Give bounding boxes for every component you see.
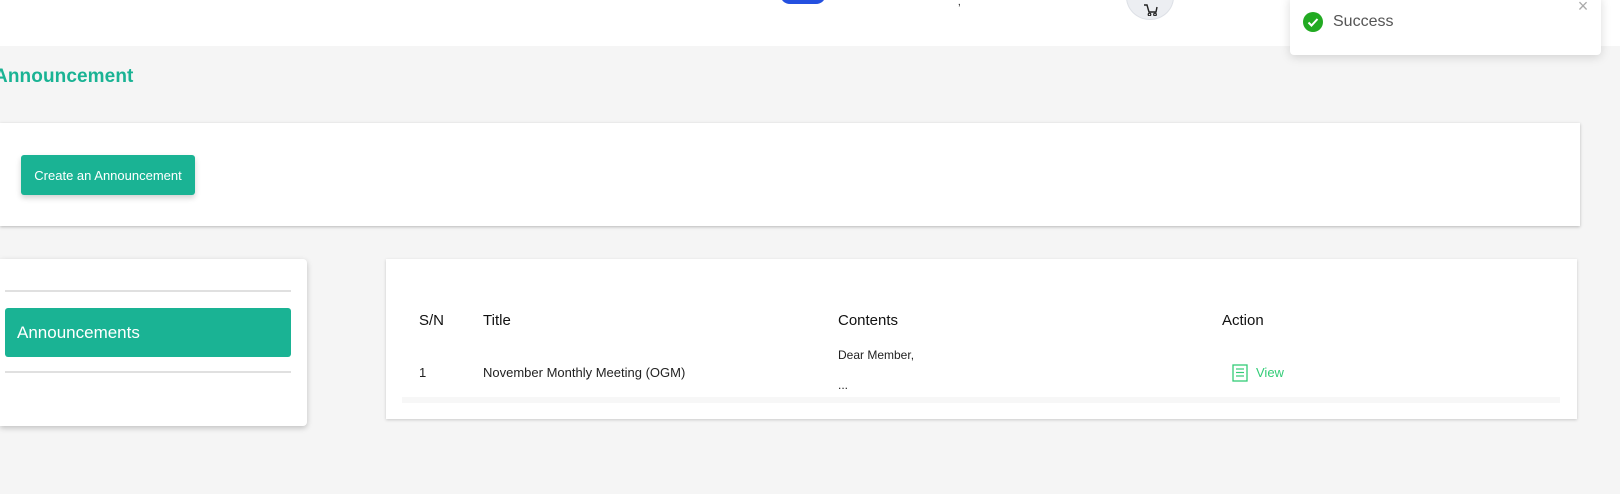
column-header-action: Action <box>1222 312 1264 329</box>
page-title: Announcement <box>0 66 134 87</box>
cell-contents-line2: ... <box>838 378 849 392</box>
divider <box>5 290 291 292</box>
announcements-table: S/N Title Contents Action 1 November Mon… <box>386 259 1577 419</box>
divider <box>5 371 291 373</box>
cart-icon <box>1144 4 1158 16</box>
column-header-contents: Contents <box>838 312 899 329</box>
actions-card: Create an Announcement <box>0 123 1580 226</box>
table-row <box>402 397 1560 403</box>
sidebar-item-announcements[interactable]: Announcements <box>5 308 291 357</box>
close-icon[interactable]: × <box>1575 0 1591 17</box>
cell-sn: 1 <box>419 365 427 380</box>
column-header-sn: S/N <box>419 312 445 329</box>
column-header-title: Title <box>483 312 511 329</box>
create-announcement-button[interactable]: Create an Announcement <box>21 155 195 195</box>
cart-button[interactable] <box>1126 0 1174 20</box>
view-link-label: View <box>1256 365 1284 380</box>
success-toast: Success × <box>1290 0 1601 55</box>
theme-toggle[interactable] <box>780 0 826 4</box>
sidebar-item-label: Announcements <box>17 323 140 342</box>
header-dropdown-indicator[interactable]: ‚ <box>958 0 961 8</box>
cell-contents-line1: Dear Member, <box>838 348 915 362</box>
cell-title: November Monthly Meeting (OGM) <box>483 365 686 380</box>
check-circle-icon <box>1303 12 1323 32</box>
sidebar-menu: Announcements <box>0 259 307 426</box>
document-icon <box>1232 364 1248 382</box>
toast-message: Success <box>1333 13 1394 30</box>
